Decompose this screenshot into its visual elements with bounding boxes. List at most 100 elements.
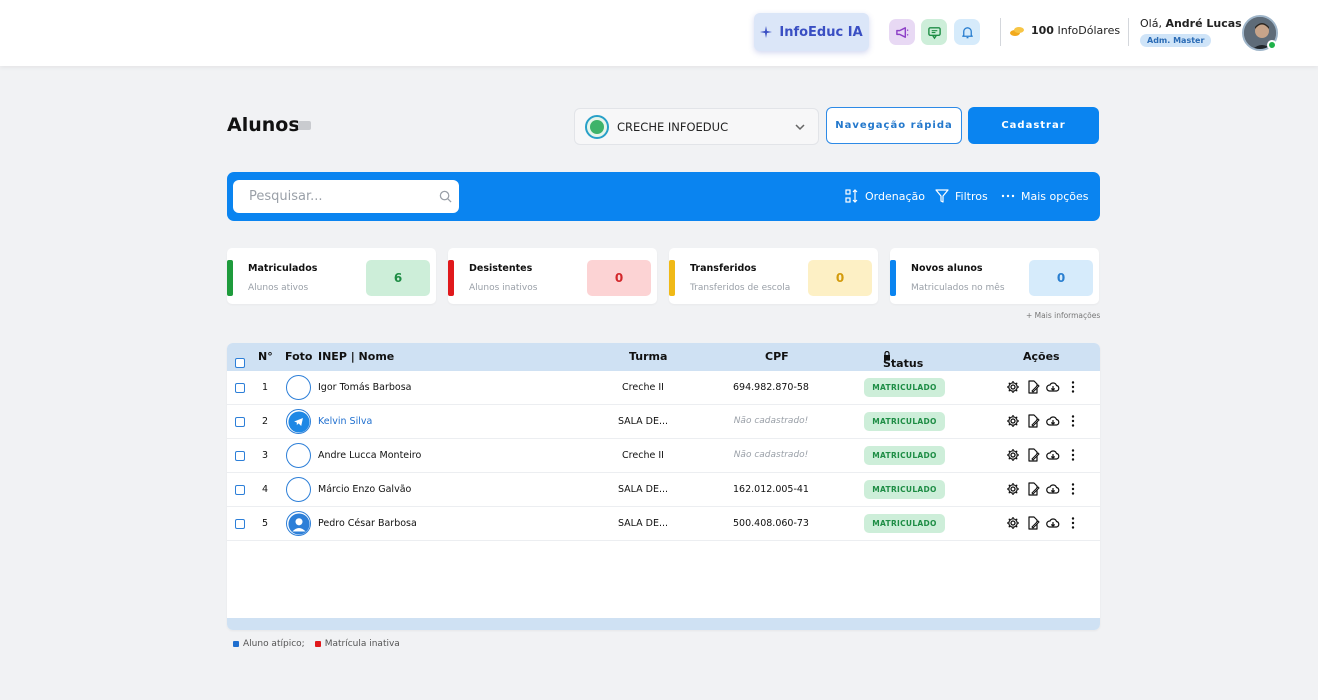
coins-icon [1010, 26, 1024, 36]
kebab-menu-icon[interactable] [1066, 516, 1080, 530]
table-row[interactable]: 4 Márcio Enzo Galvão SALA DE... 162.012.005… [227, 473, 1100, 507]
gear-icon[interactable] [1006, 482, 1020, 496]
table-row[interactable]: 1 Igor Tomás Barbosa Creche II 694.982.870-… [227, 371, 1100, 405]
col-actions: Ações [1023, 350, 1060, 363]
school-name: CRECHE INFOEDUC [617, 119, 729, 134]
card-subtitle: Alunos ativos [248, 283, 309, 293]
card-title: Transferidos [690, 263, 757, 274]
col-cpf[interactable]: CPF [765, 350, 789, 363]
chat-button[interactable] [921, 19, 947, 45]
student-class: Creche II [622, 450, 664, 461]
edit-document-icon[interactable] [1026, 516, 1040, 530]
table-row[interactable]: 5 Pedro César Barbosa SALA DE... 500.408.06… [227, 507, 1100, 541]
chevron-down-icon [795, 124, 805, 131]
gear-icon[interactable] [1006, 380, 1020, 394]
notifications-button[interactable] [954, 19, 980, 45]
bell-icon [961, 26, 973, 38]
row-checkbox[interactable] [235, 451, 245, 461]
sort-button[interactable]: Ordenação [845, 189, 925, 203]
row-actions [1006, 448, 1080, 462]
kebab-menu-icon[interactable] [1066, 414, 1080, 428]
kebab-menu-icon[interactable] [1066, 482, 1080, 496]
cloud-download-icon[interactable] [1046, 448, 1060, 462]
cloud-download-icon[interactable] [1046, 482, 1060, 496]
legend-atypical-swatch [233, 641, 239, 647]
role-badge: Adm. Master [1140, 34, 1212, 47]
student-class: SALA DE... [617, 416, 669, 427]
students-table: N° Foto INEP | Nome Turma CPF Status Açõ… [227, 343, 1100, 630]
row-number: 3 [262, 450, 269, 461]
student-photo[interactable] [286, 477, 311, 502]
student-cpf: Não cadastrado! [733, 450, 809, 460]
edit-document-icon[interactable] [1026, 448, 1040, 462]
kebab-menu-icon[interactable] [1066, 380, 1080, 394]
row-actions [1006, 380, 1080, 394]
row-number: 2 [262, 416, 269, 427]
student-name[interactable]: Andre Lucca Monteiro [318, 450, 421, 461]
stat-card[interactable]: Novos alunos Matriculados no mês 0 [890, 248, 1099, 304]
col-status[interactable]: Status [883, 350, 923, 370]
search-input[interactable] [233, 180, 459, 213]
announcements-button[interactable] [889, 19, 915, 45]
register-button[interactable]: Cadastrar [968, 107, 1099, 144]
stat-card[interactable]: Transferidos Transferidos de escola 0 [669, 248, 878, 304]
more-options-button[interactable]: Mais opções [1001, 189, 1089, 203]
legend-atypical: Aluno atípico; [243, 639, 305, 649]
user-info[interactable]: Olá, André Lucas Adm. Master [1140, 17, 1242, 47]
cloud-download-icon[interactable] [1046, 516, 1060, 530]
cloud-download-icon[interactable] [1046, 380, 1060, 394]
filters-button[interactable]: Filtros [935, 189, 988, 203]
row-checkbox[interactable] [235, 485, 245, 495]
stat-card[interactable]: Matriculados Alunos ativos 6 [227, 248, 436, 304]
student-name[interactable]: Márcio Enzo Galvão [318, 484, 411, 495]
edit-document-icon[interactable] [1026, 414, 1040, 428]
row-actions [1006, 414, 1080, 428]
divider [1000, 18, 1001, 46]
quick-nav-button[interactable]: Navegação rápida [826, 107, 962, 144]
student-photo[interactable] [286, 443, 311, 468]
row-checkbox[interactable] [235, 383, 245, 393]
student-name[interactable]: Pedro César Barbosa [318, 518, 417, 529]
student-cpf: 500.408.060-73 [733, 518, 809, 529]
filters-label: Filtros [955, 189, 988, 203]
gear-icon[interactable] [1006, 414, 1020, 428]
student-cpf: 694.982.870-58 [733, 382, 809, 393]
cloud-download-icon[interactable] [1046, 414, 1060, 428]
gear-icon[interactable] [1006, 448, 1020, 462]
user-name: André Lucas [1165, 17, 1242, 30]
greeting: Olá, [1140, 17, 1162, 30]
col-name[interactable]: INEP | Nome [318, 350, 394, 363]
table-row[interactable]: 3 Andre Lucca Monteiro Creche II Não cadast… [227, 439, 1100, 473]
student-photo[interactable] [286, 375, 311, 400]
sort-label: Ordenação [865, 189, 925, 203]
table-row[interactable]: 2 Kelvin Silva SALA DE... Não cadastrado! MA… [227, 405, 1100, 439]
student-class: SALA DE... [617, 518, 669, 529]
kebab-menu-icon[interactable] [1066, 448, 1080, 462]
student-photo[interactable] [286, 511, 311, 536]
card-subtitle: Transferidos de escola [690, 283, 791, 293]
row-checkbox[interactable] [235, 417, 245, 427]
ia-button-label: InfoEduc IA [779, 24, 863, 40]
video-tutorial-icon[interactable] [298, 121, 311, 130]
legend-inactive: Matrícula inativa [324, 639, 400, 649]
student-name[interactable]: Igor Tomás Barbosa [318, 382, 411, 393]
edit-document-icon[interactable] [1026, 482, 1040, 496]
row-number: 1 [262, 382, 269, 393]
infoeduc-ia-button[interactable]: InfoEduc IA [754, 13, 869, 51]
student-class: Creche II [622, 382, 664, 393]
row-checkbox[interactable] [235, 519, 245, 529]
gear-icon[interactable] [1006, 516, 1020, 530]
telegram-icon [287, 410, 310, 433]
card-accent [227, 260, 233, 296]
school-logo [585, 114, 609, 139]
card-title: Desistentes [469, 263, 533, 274]
school-select[interactable]: CRECHE INFOEDUC [574, 108, 819, 145]
status-badge: MATRICULADO [864, 480, 945, 499]
edit-document-icon[interactable] [1026, 380, 1040, 394]
stat-card[interactable]: Desistentes Alunos inativos 0 [448, 248, 657, 304]
student-name[interactable]: Kelvin Silva [318, 416, 372, 427]
more-info-link[interactable]: + Mais informações [1026, 311, 1100, 320]
col-turma[interactable]: Turma [629, 350, 667, 363]
student-photo[interactable] [286, 409, 311, 434]
search-icon[interactable] [439, 190, 452, 203]
